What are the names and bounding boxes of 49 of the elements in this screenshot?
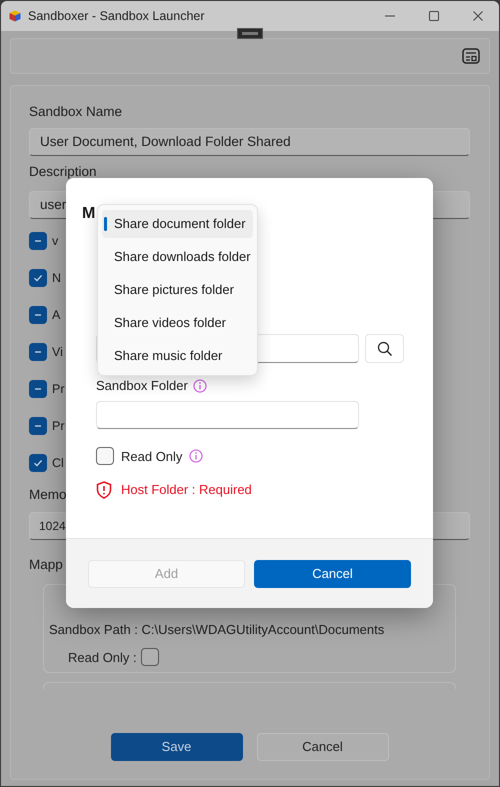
field-label: Mapp [29,556,63,574]
search-button[interactable] [365,334,404,363]
checkbox[interactable] [96,447,114,466]
checkbox[interactable] [29,380,47,398]
option-label: Cl [52,454,64,472]
option-label: Pr [52,380,64,398]
sandbox-path-text: Sandbox Path : C:\Users\WDAGUtilityAccount\Documents [49,621,386,639]
field-label: Sandbox Name [29,103,122,121]
option-label: A [52,306,60,324]
checkbox[interactable] [29,343,47,361]
shield-warning-icon [96,480,112,499]
read-only-label: Read Only [121,448,182,466]
option-label: Vi [52,344,63,361]
check-icon [33,273,43,283]
option-label: Pr [52,418,64,435]
dialog-title: M [82,204,96,224]
window-title: Sandboxer - Sandbox Launcher [28,8,205,25]
checkbox[interactable] [29,232,47,250]
search-icon [376,340,392,356]
field-label: Memo [29,486,67,504]
name-field[interactable]: User Document, Download Folder Shared [29,128,470,156]
close-icon[interactable] [473,11,483,21]
app-cube-icon [9,10,21,22]
checkbox[interactable] [29,417,47,435]
info-icon [189,449,204,464]
menu-item[interactable]: Share pictures folder [102,276,253,304]
sandbox-folder-field[interactable] [96,400,359,428]
field-label: Sandbox Folder [96,377,188,395]
menu-item[interactable]: Share videos folder [102,309,253,337]
error-message: Host Folder : Required [121,481,252,499]
checkbox[interactable] [29,306,47,324]
field-label: Description [29,163,97,181]
option-label: v [52,232,58,250]
option-label: N [52,270,62,287]
checkbox[interactable] [140,648,159,666]
check-icon [33,458,43,468]
info-icon [192,378,207,393]
maximize-icon[interactable] [429,11,439,21]
save-button[interactable]: Save [110,733,242,761]
drag-handle-icon[interactable] [237,28,263,39]
menu-item[interactable]: Share downloads folder [102,243,253,271]
cancel-button[interactable]: Cancel [256,733,388,761]
checkbox[interactable] [29,454,47,472]
menu-item[interactable]: Share document folder [102,210,253,238]
checkbox[interactable] [29,269,47,287]
read-only-label: Read Only : [68,648,137,667]
layout-icon[interactable] [462,48,480,64]
menu-item[interactable]: Share music folder [102,342,253,370]
cancel-button[interactable]: Cancel [254,560,411,588]
